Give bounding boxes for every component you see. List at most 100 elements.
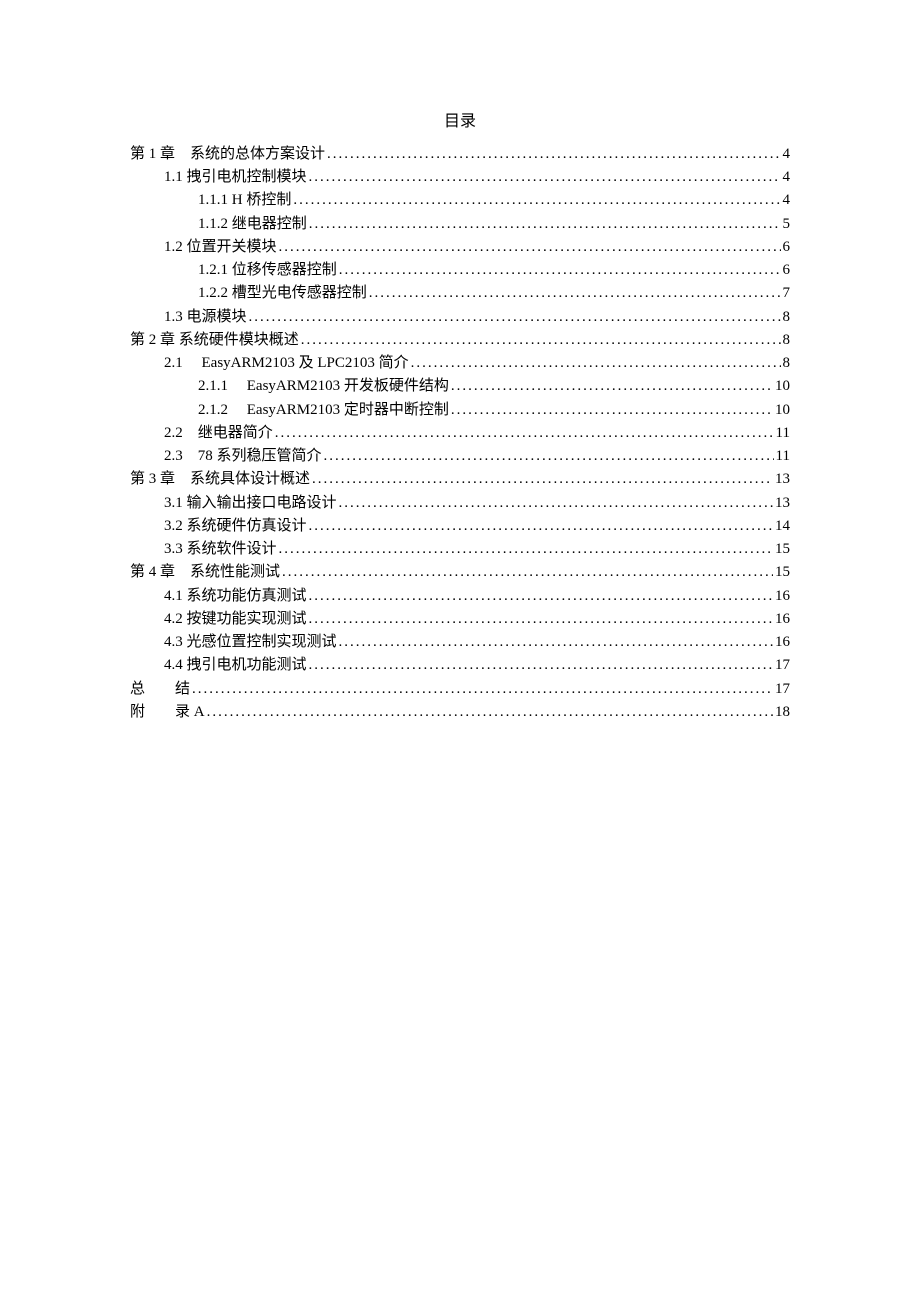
toc-entry: 总 结 17 <box>130 678 790 701</box>
toc-entry-label: 1.1.1 H 桥控制 <box>198 189 291 212</box>
toc-entry-page: 18 <box>775 701 790 724</box>
toc-leader-dots <box>309 166 781 189</box>
toc-entry-page: 5 <box>783 213 791 236</box>
toc-entry: 1.1.2 继电器控制 5 <box>130 213 790 236</box>
toc-entry-page: 8 <box>783 306 791 329</box>
toc-entry: 第 4 章 系统性能测试 15 <box>130 561 790 584</box>
toc-entry-label: 2.2 继电器简介 <box>164 422 273 445</box>
toc-entry-label: 1.3 电源模块 <box>164 306 247 329</box>
toc-entry: 1.1 拽引电机控制模块 4 <box>130 166 790 189</box>
toc-entry-label: 2.1.1 EasyARM2103 开发板硬件结构 <box>198 375 449 398</box>
toc-leader-dots <box>279 538 773 561</box>
toc-entry-page: 6 <box>783 259 791 282</box>
toc-entry: 2.3 78 系列稳压管简介 11 <box>130 445 790 468</box>
toc-leader-dots <box>309 213 781 236</box>
toc-entry-label: 1.1.2 继电器控制 <box>198 213 307 236</box>
toc-entry-label: 附 录 A <box>130 701 205 724</box>
toc-entry: 4.3 光感位置控制实现测试 16 <box>130 631 790 654</box>
toc-leader-dots <box>411 352 781 375</box>
toc-entry: 3.1 输入输出接口电路设计 13 <box>130 492 790 515</box>
toc-entry: 3.3 系统软件设计 15 <box>130 538 790 561</box>
toc-entry: 4.2 按键功能实现测试 16 <box>130 608 790 631</box>
toc-entry: 4.4 拽引电机功能测试 17 <box>130 654 790 677</box>
toc-entry-label: 1.2 位置开关模块 <box>164 236 277 259</box>
toc-entry-label: 2.1.2 EasyARM2103 定时器中断控制 <box>198 399 449 422</box>
toc-entry-label: 总 结 <box>130 678 190 701</box>
toc-entry: 2.1.2 EasyARM2103 定时器中断控制 10 <box>130 399 790 422</box>
toc-entry: 第 1 章 系统的总体方案设计 4 <box>130 143 790 166</box>
toc-entry: 1.1.1 H 桥控制 4 <box>130 189 790 212</box>
toc-entry: 1.2.2 槽型光电传感器控制 7 <box>130 282 790 305</box>
toc-entry-label: 4.2 按键功能实现测试 <box>164 608 307 631</box>
toc-entry-page: 4 <box>783 166 791 189</box>
toc-leader-dots <box>309 654 773 677</box>
toc-entry-page: 7 <box>783 282 791 305</box>
toc-entry: 4.1 系统功能仿真测试 16 <box>130 585 790 608</box>
toc-entry-label: 4.1 系统功能仿真测试 <box>164 585 307 608</box>
toc-leader-dots <box>309 515 773 538</box>
toc-leader-dots <box>451 375 773 398</box>
toc-entry-page: 4 <box>783 189 791 212</box>
toc-leader-dots <box>339 631 773 654</box>
toc-entry-label: 第 2 章 系统硬件模块概述 <box>130 329 299 352</box>
toc-leader-dots <box>339 259 781 282</box>
toc-leader-dots <box>312 468 773 491</box>
toc-leader-dots <box>369 282 781 305</box>
toc-leader-dots <box>327 143 780 166</box>
toc-entry-label: 第 1 章 系统的总体方案设计 <box>130 143 325 166</box>
toc-leader-dots <box>324 445 774 468</box>
toc-leader-dots <box>275 422 774 445</box>
toc-entry-page: 10 <box>775 399 790 422</box>
toc-entry-page: 13 <box>775 492 790 515</box>
toc-entry: 附 录 A 18 <box>130 701 790 724</box>
toc-entry: 2.2 继电器简介 11 <box>130 422 790 445</box>
toc-entry: 3.2 系统硬件仿真设计 14 <box>130 515 790 538</box>
toc-entry-page: 8 <box>783 329 791 352</box>
toc-entry-page: 16 <box>775 631 790 654</box>
toc-entry: 2.1 EasyARM2103 及 LPC2103 简介 8 <box>130 352 790 375</box>
toc-entry-label: 第 4 章 系统性能测试 <box>130 561 280 584</box>
toc-entry-page: 8 <box>783 352 791 375</box>
toc-entry-page: 10 <box>775 375 790 398</box>
toc-entry-label: 1.1 拽引电机控制模块 <box>164 166 307 189</box>
toc-leader-dots <box>339 492 773 515</box>
toc-entry: 1.2 位置开关模块 6 <box>130 236 790 259</box>
toc-entry-label: 1.2.1 位移传感器控制 <box>198 259 337 282</box>
toc-leader-dots <box>282 561 773 584</box>
toc-leader-dots <box>249 306 781 329</box>
toc-entry-page: 6 <box>783 236 791 259</box>
toc-leader-dots <box>451 399 773 422</box>
toc-entry-page: 16 <box>775 585 790 608</box>
toc-entry-page: 11 <box>776 445 790 468</box>
toc-entry-page: 11 <box>776 422 790 445</box>
toc-leader-dots <box>192 678 773 701</box>
toc-entry-page: 15 <box>775 538 790 561</box>
toc-entry-page: 17 <box>775 654 790 677</box>
toc-entry-page: 17 <box>775 678 790 701</box>
toc-entry-label: 4.3 光感位置控制实现测试 <box>164 631 337 654</box>
toc-entry: 1.3 电源模块 8 <box>130 306 790 329</box>
toc-leader-dots <box>309 608 773 631</box>
toc-entry: 第 3 章 系统具体设计概述 13 <box>130 468 790 491</box>
toc-entry: 1.2.1 位移传感器控制 6 <box>130 259 790 282</box>
toc-entry-label: 3.3 系统软件设计 <box>164 538 277 561</box>
toc-entry-page: 15 <box>775 561 790 584</box>
toc-entry-page: 4 <box>783 143 791 166</box>
toc-leader-dots <box>309 585 773 608</box>
toc-entry-label: 4.4 拽引电机功能测试 <box>164 654 307 677</box>
toc-entry-label: 2.1 EasyARM2103 及 LPC2103 简介 <box>164 352 409 375</box>
toc-entry-label: 3.2 系统硬件仿真设计 <box>164 515 307 538</box>
toc-leader-dots <box>301 329 781 352</box>
toc-leader-dots <box>207 701 773 724</box>
table-of-contents: 第 1 章 系统的总体方案设计41.1 拽引电机控制模块41.1.1 H 桥控制… <box>130 143 790 724</box>
toc-entry-page: 14 <box>775 515 790 538</box>
toc-leader-dots <box>293 189 780 212</box>
toc-entry-label: 3.1 输入输出接口电路设计 <box>164 492 337 515</box>
toc-entry-page: 13 <box>775 468 790 491</box>
toc-entry-page: 16 <box>775 608 790 631</box>
toc-entry-label: 1.2.2 槽型光电传感器控制 <box>198 282 367 305</box>
toc-entry-label: 2.3 78 系列稳压管简介 <box>164 445 322 468</box>
toc-entry: 第 2 章 系统硬件模块概述 8 <box>130 329 790 352</box>
toc-title: 目录 <box>130 110 790 135</box>
toc-entry-label: 第 3 章 系统具体设计概述 <box>130 468 310 491</box>
